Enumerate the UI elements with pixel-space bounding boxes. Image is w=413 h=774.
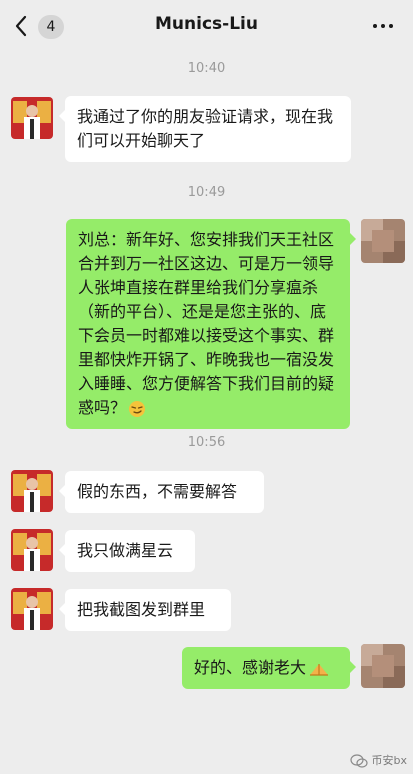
dot-icon (389, 24, 393, 28)
watermark-text: 币安bx (371, 754, 408, 767)
self-avatar[interactable] (361, 219, 405, 263)
self-avatar[interactable] (361, 644, 405, 688)
message-text: 把我截图发到群里 (77, 600, 206, 619)
message-bubble-received[interactable]: 我通过了你的朋友验证请求，现在我们可以开始聊天了 (59, 96, 351, 162)
message-text: 我只做满星云 (77, 541, 174, 560)
timestamp: 10:56 (187, 435, 226, 450)
contact-avatar[interactable] (11, 529, 53, 571)
timestamp: 10:49 (187, 185, 226, 200)
unread-count-badge: 4 (38, 15, 64, 39)
more-options-button[interactable] (371, 16, 395, 36)
contact-avatar[interactable] (11, 588, 53, 630)
chat-header: 4 Munics-Liu (0, 0, 413, 52)
message-bubble-sent[interactable]: 刘总：新年好、您安排我们天王社区合并到万一社区这边、可是万一领导人张坤直接在群里… (66, 219, 356, 429)
timestamp: 10:40 (187, 61, 226, 76)
message-bubble-sent[interactable]: 好的、感谢老大 (182, 647, 356, 689)
message-text: 刘总：新年好、您安排我们天王社区合并到万一社区这边、可是万一领导人张坤直接在群里… (78, 230, 335, 417)
dot-icon (373, 24, 377, 28)
message-text: 我通过了你的朋友验证请求，现在我们可以开始聊天了 (77, 107, 334, 150)
message-bubble-received[interactable]: 把我截图发到群里 (59, 589, 231, 631)
chevron-left-icon (15, 15, 27, 37)
contact-avatar[interactable] (11, 97, 53, 139)
watermark: 币安bx (349, 752, 408, 768)
dot-icon (381, 24, 385, 28)
wechat-logo-icon (349, 754, 368, 768)
contact-avatar[interactable] (11, 470, 53, 512)
smirk-emoji-icon (129, 400, 146, 417)
contact-name: Munics-Liu (155, 14, 258, 34)
message-bubble-received[interactable]: 我只做满星云 (59, 530, 195, 572)
message-text: 好的、感谢老大 (194, 658, 307, 677)
back-button[interactable]: 4 (6, 11, 66, 41)
message-bubble-received[interactable]: 假的东西，不需要解答 (59, 471, 264, 513)
praying-hands-emoji-icon (310, 663, 329, 676)
message-text: 假的东西，不需要解答 (77, 482, 238, 501)
